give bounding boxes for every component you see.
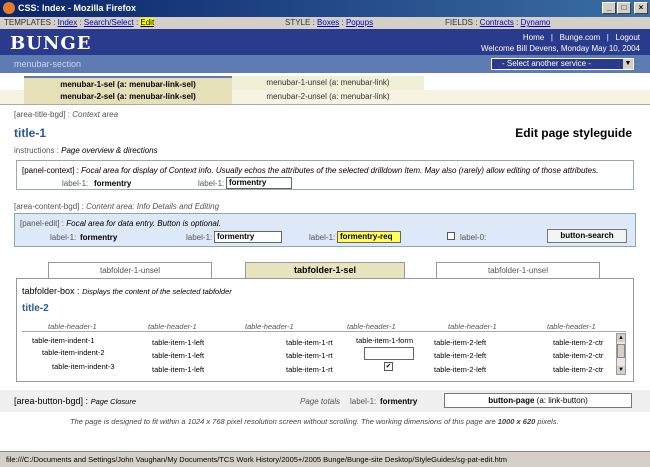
- scroll-up-icon[interactable]: ▲: [617, 334, 625, 342]
- context-formentry-field[interactable]: formentry: [226, 177, 292, 189]
- table-cell: table-item-2-left: [434, 338, 487, 347]
- edit-value-1: formentry: [80, 233, 118, 242]
- header-link-bunge[interactable]: Bunge.com: [560, 33, 600, 42]
- template-link-index[interactable]: Index: [58, 18, 78, 27]
- context-label-2: label-1:: [198, 179, 225, 188]
- menubar-1-unsel[interactable]: menubar-1-unsel (a: menubar-link): [232, 76, 424, 90]
- table-form-input[interactable]: [364, 347, 414, 360]
- page-button-label: button-page: [488, 396, 535, 405]
- table-cell: table-item-2-left: [434, 365, 487, 374]
- style-label: STYLE :: [285, 18, 315, 27]
- header-link-home[interactable]: Home: [523, 33, 544, 42]
- style-link-popups[interactable]: Popups: [346, 18, 373, 27]
- window-titlebar: CSS: Index - Mozilla Firefox _ □ ×: [0, 0, 650, 17]
- table-header: table-header-1: [148, 322, 197, 331]
- status-text: file:///C:/Documents and Settings/John V…: [6, 455, 508, 464]
- table-cell: table-item-2-left: [434, 351, 487, 360]
- style-link-boxes[interactable]: Boxes: [317, 18, 339, 27]
- tabfolder-selected[interactable]: tabfolder-1-sel: [245, 262, 405, 279]
- area-content-tag: [area-content-bgd] : Content area: Info …: [14, 202, 220, 211]
- page-heading-right: Edit page styleguide: [515, 126, 632, 140]
- chevron-down-icon[interactable]: ▼: [623, 59, 633, 69]
- context-label-1: label-1:: [62, 179, 89, 188]
- table-cell: table-item-indent-2: [42, 348, 105, 357]
- edit-label-3: label-1:: [309, 233, 336, 242]
- table-cell: table-item-indent-1: [32, 336, 95, 345]
- fields-label: FIELDS :: [445, 18, 478, 27]
- templates-label: TEMPLATES :: [4, 18, 56, 27]
- welcome-text: Welcome Bill Devens, Monday May 10, 2004: [480, 44, 640, 53]
- search-button[interactable]: button-search: [547, 229, 627, 243]
- table-cell: table-item-1-left: [152, 365, 205, 374]
- totals-label-1: label-1:: [350, 397, 377, 406]
- totals-value: formentry: [380, 397, 418, 406]
- service-select[interactable]: - Select another service - ▼: [491, 58, 634, 70]
- bunge-logo: BUNGE: [10, 33, 92, 54]
- template-nav-bar: TEMPLATES : Index : Search/Select : Edit…: [0, 17, 650, 29]
- table-cell: table-item-1-rt: [286, 365, 333, 374]
- table-cell: table-item-2-ctr: [553, 351, 604, 360]
- area-button-tag: [area-button-bgd] : Page Closure: [14, 396, 137, 406]
- window-title: CSS: Index - Mozilla Firefox: [18, 3, 137, 13]
- table-cell: table-item-1-rt: [286, 338, 333, 347]
- edit-label-1: label-1:: [50, 233, 77, 242]
- panel-edit-desc: [panel-edit] : Focal area for data entry…: [20, 219, 221, 228]
- page-button-note: (a: link-button): [536, 396, 588, 405]
- status-bar: file:///C:/Documents and Settings/John V…: [0, 451, 650, 467]
- tabfolder-left[interactable]: tabfolder-1-unsel: [48, 262, 212, 278]
- fields-link-contracts[interactable]: Contracts: [480, 18, 514, 27]
- menubar-2-sel[interactable]: menubar-2-sel (a: menubar-link-sel): [24, 90, 232, 104]
- table-checkbox[interactable]: ✔: [384, 362, 393, 371]
- edit-label-4: label-0:: [460, 233, 487, 242]
- menubar-1-sel[interactable]: menubar-1-sel (a: menubar-link-sel): [24, 76, 232, 90]
- menubar-2-unsel[interactable]: menubar-2-unsel (a: menubar-link): [232, 90, 424, 104]
- close-icon[interactable]: ×: [634, 2, 648, 14]
- table-header: table-header-1: [448, 322, 497, 331]
- table-header: table-header-1: [347, 322, 396, 331]
- table-scrollbar[interactable]: ▲ ▼: [616, 333, 626, 375]
- maximize-icon[interactable]: □: [617, 2, 631, 14]
- context-value-1: formentry: [94, 179, 132, 188]
- edit-label-2: label-1:: [186, 233, 213, 242]
- header-link-logout[interactable]: Logout: [616, 33, 640, 42]
- edit-required-field[interactable]: formentry-req: [337, 231, 401, 243]
- table-header: table-header-1: [245, 322, 294, 331]
- firefox-icon: [3, 2, 15, 14]
- instructions: instructions : Page overview & direction…: [14, 146, 158, 155]
- scrollbar-thumb[interactable]: [617, 344, 625, 358]
- page-title: title-1: [14, 126, 47, 140]
- table-cell: table-item-1-rt: [286, 351, 333, 360]
- edit-formentry-field[interactable]: formentry: [214, 231, 282, 243]
- tabfolder-box-heading: tabfolder-box : Displays the content of …: [22, 286, 232, 296]
- footer-note: The page is designed to fit within a 102…: [70, 417, 559, 426]
- page-totals-label: Page totals: [300, 397, 341, 406]
- header-links: Home | Bunge.com | Logout: [522, 33, 640, 42]
- template-link-search[interactable]: Search/Select: [84, 18, 134, 27]
- template-link-edit[interactable]: Edit: [140, 18, 155, 27]
- tabfolder-right[interactable]: tabfolder-1-unsel: [436, 262, 600, 278]
- table-cell: table-item-1-form: [356, 336, 414, 345]
- table-cell: table-item-1-left: [152, 351, 205, 360]
- area-title-tag: [area-title-bgd] : Context area: [14, 110, 119, 119]
- table-cell: table-item-indent-3: [52, 362, 115, 371]
- minimize-icon[interactable]: _: [602, 2, 616, 14]
- table-cell: table-item-2-ctr: [553, 338, 604, 347]
- panel-context-desc: [panel-context] : Focal area for display…: [22, 166, 599, 175]
- menubar-section-label: menubar-section: [14, 59, 82, 69]
- label-0-checkbox[interactable]: [447, 232, 455, 240]
- table-cell: table-item-1-left: [152, 338, 205, 347]
- table-header: table-header-1: [48, 322, 97, 331]
- page-button[interactable]: button-page (a: link-button): [444, 393, 632, 408]
- scroll-down-icon[interactable]: ▼: [617, 366, 625, 374]
- fields-link-dynamo[interactable]: Dynamo: [521, 18, 551, 27]
- service-select-value: - Select another service -: [502, 59, 591, 68]
- title-2: title-2: [22, 303, 49, 314]
- table-header: table-header-1: [547, 322, 596, 331]
- table-cell: table-item-2-ctr: [553, 365, 604, 374]
